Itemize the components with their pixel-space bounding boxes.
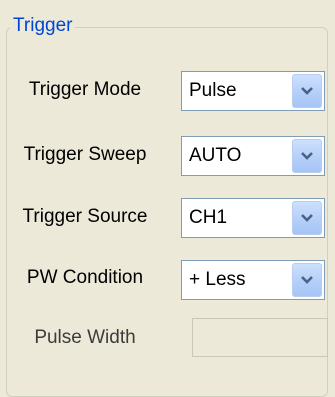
trigger-mode-select[interactable]: Pulse <box>181 71 325 111</box>
trigger-sweep-select[interactable]: AUTO <box>181 136 325 176</box>
pw-condition-dropdown-button[interactable] <box>292 263 322 297</box>
trigger-source-value: CH1 <box>189 207 228 228</box>
pw-condition-value: + Less <box>189 269 246 290</box>
pw-condition-label: PW Condition <box>26 267 144 288</box>
trigger-mode-label: Trigger Mode <box>28 79 142 100</box>
chevron-down-icon <box>301 276 313 284</box>
trigger-source-select[interactable]: CH1 <box>181 198 325 238</box>
trigger-group-title: Trigger <box>10 14 76 38</box>
pulse-width-input[interactable] <box>192 318 328 357</box>
chevron-down-icon <box>301 87 313 95</box>
trigger-source-label: Trigger Source <box>22 206 148 227</box>
trigger-mode-dropdown-button[interactable] <box>292 74 322 108</box>
trigger-sweep-value: AUTO <box>189 145 242 166</box>
pulse-width-label: Pulse Width <box>34 327 136 348</box>
trigger-mode-value: Pulse <box>189 80 237 101</box>
trigger-source-dropdown-button[interactable] <box>292 201 322 235</box>
pw-condition-select[interactable]: + Less <box>181 260 325 300</box>
chevron-down-icon <box>301 152 313 160</box>
trigger-sweep-dropdown-button[interactable] <box>292 139 322 173</box>
chevron-down-icon <box>301 214 313 222</box>
trigger-sweep-label: Trigger Sweep <box>23 144 147 165</box>
